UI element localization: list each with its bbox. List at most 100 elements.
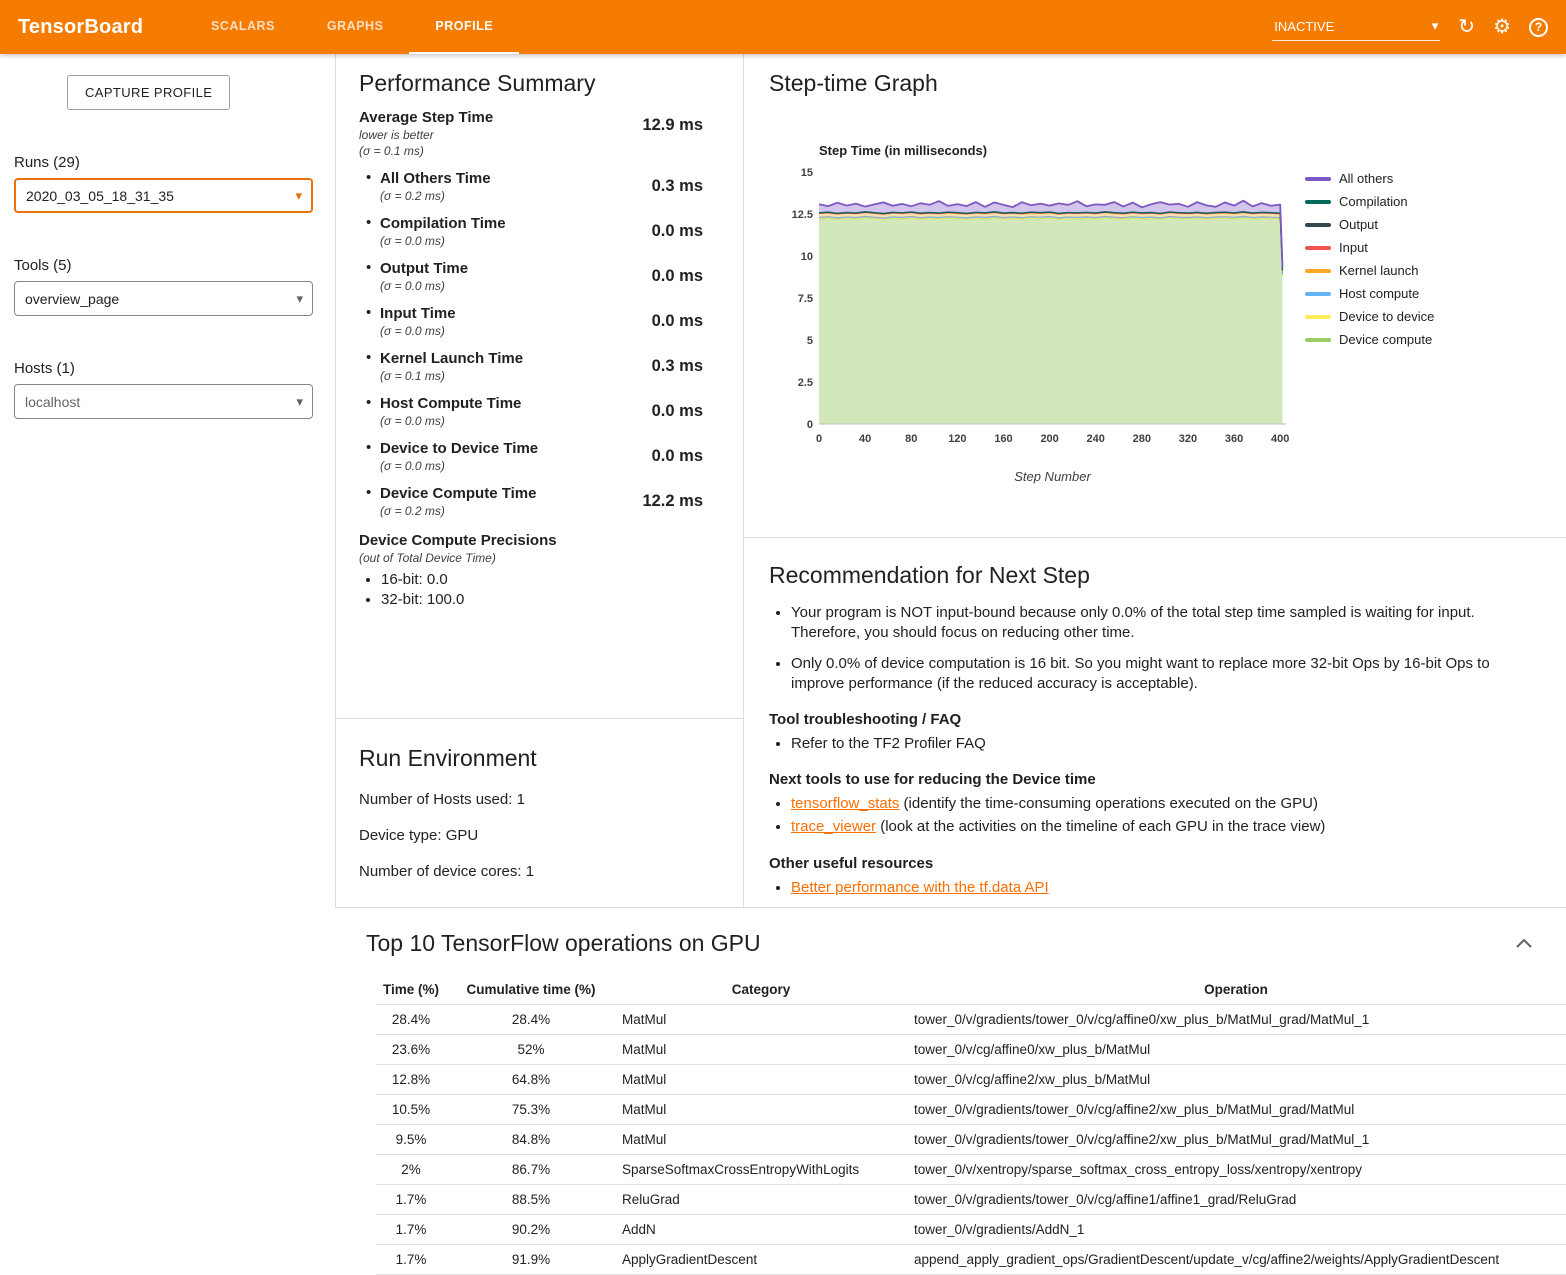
metric-value: 0.0 ms	[635, 260, 743, 286]
metric-device-to-device: Device to Device Time (σ = 0.0 ms) 0.0 m…	[359, 440, 743, 473]
collapse-chevron-icon[interactable]	[1512, 932, 1536, 955]
device-type-line: Device type: GPU	[359, 827, 743, 844]
svg-text:10: 10	[801, 251, 813, 263]
chart-title: Step Time (in milliseconds)	[819, 143, 1291, 158]
tool-item: trace_viewer (look at the activities on …	[791, 817, 1536, 836]
table-row: 1.7% 90.2% AddN tower_0/v/gradients/AddN…	[376, 1215, 1566, 1245]
tab-scalars[interactable]: SCALARS	[185, 0, 301, 54]
metric-value: 0.0 ms	[635, 440, 743, 466]
recommendation-section: Recommendation for Next Step Your progra…	[744, 538, 1566, 897]
svg-text:0: 0	[807, 419, 813, 431]
metric-value: 12.2 ms	[635, 485, 743, 511]
table-row: 1.7% 88.5% ReluGrad tower_0/v/gradients/…	[376, 1185, 1566, 1215]
table-header-row: Time (%) Cumulative time (%) Category Op…	[376, 975, 1566, 1005]
col-header-category: Category	[616, 975, 906, 1005]
legend-item: Output	[1305, 217, 1434, 232]
svg-text:240: 240	[1087, 433, 1105, 445]
tools-label: Tools (5)	[14, 257, 335, 274]
svg-text:15: 15	[801, 167, 813, 179]
tool-item: tensorflow_stats (identify the time-cons…	[791, 794, 1536, 813]
legend-item: Device to device	[1305, 309, 1434, 324]
legend-item: Input	[1305, 240, 1434, 255]
x-axis-title: Step Number	[819, 469, 1286, 484]
refresh-icon[interactable]: ↻	[1458, 17, 1475, 37]
step-time-graph-section: Step-time Graph Step Time (in millisecon…	[744, 54, 1566, 538]
tool-item-description: (identify the time-consuming operations …	[899, 795, 1318, 812]
svg-text:80: 80	[905, 433, 917, 445]
run-environment-section: Run Environment Number of Hosts used: 1 …	[336, 719, 743, 880]
top-ops-table: Time (%) Cumulative time (%) Category Op…	[376, 975, 1566, 1275]
next-tools-heading: Next tools to use for reducing the Devic…	[769, 771, 1536, 788]
table-row: 2% 86.7% SparseSoftmaxCrossEntropyWithLo…	[376, 1155, 1566, 1185]
svg-text:7.5: 7.5	[798, 293, 813, 305]
legend-swatch-all-others	[1305, 177, 1331, 181]
other-resources-heading: Other useful resources	[769, 855, 1536, 872]
performance-summary-title: Performance Summary	[359, 70, 743, 97]
help-icon[interactable]: ?	[1529, 18, 1548, 37]
status-dropdown-value: INACTIVE	[1274, 19, 1334, 34]
legend-item: Host compute	[1305, 286, 1434, 301]
tfdata-performance-link[interactable]: Better performance with the tf.data API	[791, 879, 1049, 896]
summary-column: Performance Summary Average Step Time lo…	[335, 54, 744, 907]
runs-select[interactable]: 2020_03_05_18_31_35 ▾	[14, 178, 313, 213]
col-header-operation: Operation	[906, 975, 1566, 1005]
runs-select-value: 2020_03_05_18_31_35	[26, 188, 174, 204]
metric-host-compute: Host Compute Time (σ = 0.0 ms) 0.0 ms	[359, 395, 743, 428]
main-tabs: SCALARS GRAPHS PROFILE	[185, 0, 519, 54]
legend-swatch-device-to-device	[1305, 315, 1331, 319]
svg-text:2.5: 2.5	[798, 377, 813, 389]
metric-value: 0.0 ms	[635, 305, 743, 331]
device-cores-line: Number of device cores: 1	[359, 863, 743, 880]
col-header-time: Time (%)	[376, 975, 446, 1005]
legend-swatch-host-compute	[1305, 292, 1331, 296]
tools-select[interactable]: overview_page ▾	[14, 281, 313, 316]
svg-text:320: 320	[1179, 433, 1197, 445]
legend-item: Kernel launch	[1305, 263, 1434, 278]
capture-profile-button[interactable]: CAPTURE PROFILE	[67, 75, 230, 110]
hosts-used-line: Number of Hosts used: 1	[359, 791, 743, 808]
tensorflow-stats-link[interactable]: tensorflow_stats	[791, 795, 899, 812]
svg-text:0: 0	[816, 433, 822, 445]
recommendation-bullet: Your program is NOT input-bound because …	[791, 603, 1536, 642]
svg-text:120: 120	[948, 433, 966, 445]
recommendation-bullet: Only 0.0% of device computation is 16 bi…	[791, 654, 1536, 693]
table-row: 9.5% 84.8% MatMul tower_0/v/gradients/to…	[376, 1125, 1566, 1155]
metric-compilation: Compilation Time (σ = 0.0 ms) 0.0 ms	[359, 215, 743, 248]
metric-input: Input Time (σ = 0.0 ms) 0.0 ms	[359, 305, 743, 338]
chevron-down-icon: ▾	[296, 394, 303, 410]
metric-all-others: All Others Time (σ = 0.2 ms) 0.3 ms	[359, 170, 743, 203]
hosts-select[interactable]: localhost ▾	[14, 384, 313, 419]
svg-text:5: 5	[807, 335, 813, 347]
metric-value: 12.9 ms	[635, 109, 743, 135]
metric-kernel-launch: Kernel Launch Time (σ = 0.1 ms) 0.3 ms	[359, 350, 743, 383]
status-dropdown[interactable]: INACTIVE ▾	[1272, 13, 1440, 41]
top-ops-section: Top 10 TensorFlow operations on GPU Time…	[335, 907, 1566, 1275]
sidebar: CAPTURE PROFILE Runs (29) 2020_03_05_18_…	[0, 54, 335, 1275]
tools-select-value: overview_page	[25, 291, 119, 307]
chart-legend: All others Compilation Output Input Kern…	[1305, 171, 1434, 355]
run-environment-title: Run Environment	[359, 745, 743, 772]
legend-swatch-input	[1305, 246, 1331, 250]
legend-swatch-compilation	[1305, 200, 1331, 204]
svg-text:160: 160	[994, 433, 1012, 445]
table-row: 1.7% 91.9% ApplyGradientDescent append_a…	[376, 1245, 1566, 1275]
recommendation-title: Recommendation for Next Step	[769, 562, 1536, 589]
graph-column: Step-time Graph Step Time (in millisecon…	[744, 54, 1566, 907]
metric-value: 0.3 ms	[635, 170, 743, 196]
legend-item: Compilation	[1305, 194, 1434, 209]
trace-viewer-link[interactable]: trace_viewer	[791, 818, 876, 835]
metric-device-compute: Device Compute Time (σ = 0.2 ms) 12.2 ms	[359, 485, 743, 518]
col-header-cumulative: Cumulative time (%)	[446, 975, 616, 1005]
step-time-chart: 02.557.51012.515040801201602002402803203…	[791, 164, 1291, 456]
gear-icon[interactable]: ⚙	[1493, 17, 1511, 37]
faq-item: Refer to the TF2 Profiler FAQ	[791, 734, 1536, 753]
metric-value: 0.3 ms	[635, 350, 743, 376]
legend-swatch-device-compute	[1305, 338, 1331, 342]
tab-profile[interactable]: PROFILE	[409, 0, 519, 54]
precision-32bit: 32-bit: 100.0	[381, 591, 743, 608]
table-row: 23.6% 52% MatMul tower_0/v/cg/affine0/xw…	[376, 1035, 1566, 1065]
top-app-bar: TensorBoard SCALARS GRAPHS PROFILE INACT…	[0, 0, 1566, 54]
metric-average-step-time: Average Step Time lower is better (σ = 0…	[359, 109, 743, 158]
tab-graphs[interactable]: GRAPHS	[301, 0, 409, 54]
svg-text:280: 280	[1133, 433, 1151, 445]
